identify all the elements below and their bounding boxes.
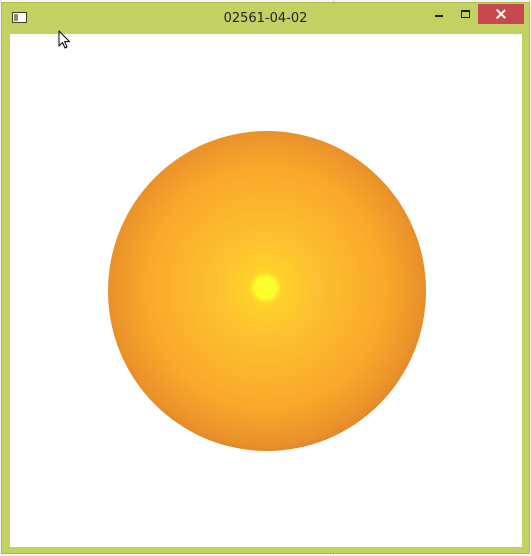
maximize-button[interactable] <box>452 4 478 24</box>
title-bar[interactable]: 02561-04-02 <box>2 3 529 33</box>
minimize-button[interactable] <box>426 4 452 24</box>
minimize-icon <box>435 15 443 17</box>
shaded-sphere <box>108 131 426 451</box>
close-button[interactable] <box>478 4 524 24</box>
render-canvas[interactable] <box>10 34 522 547</box>
close-icon <box>496 9 506 19</box>
maximize-icon <box>460 10 470 18</box>
mouse-pointer-icon <box>58 30 70 49</box>
app-window: 02561-04-02 <box>1 2 530 554</box>
